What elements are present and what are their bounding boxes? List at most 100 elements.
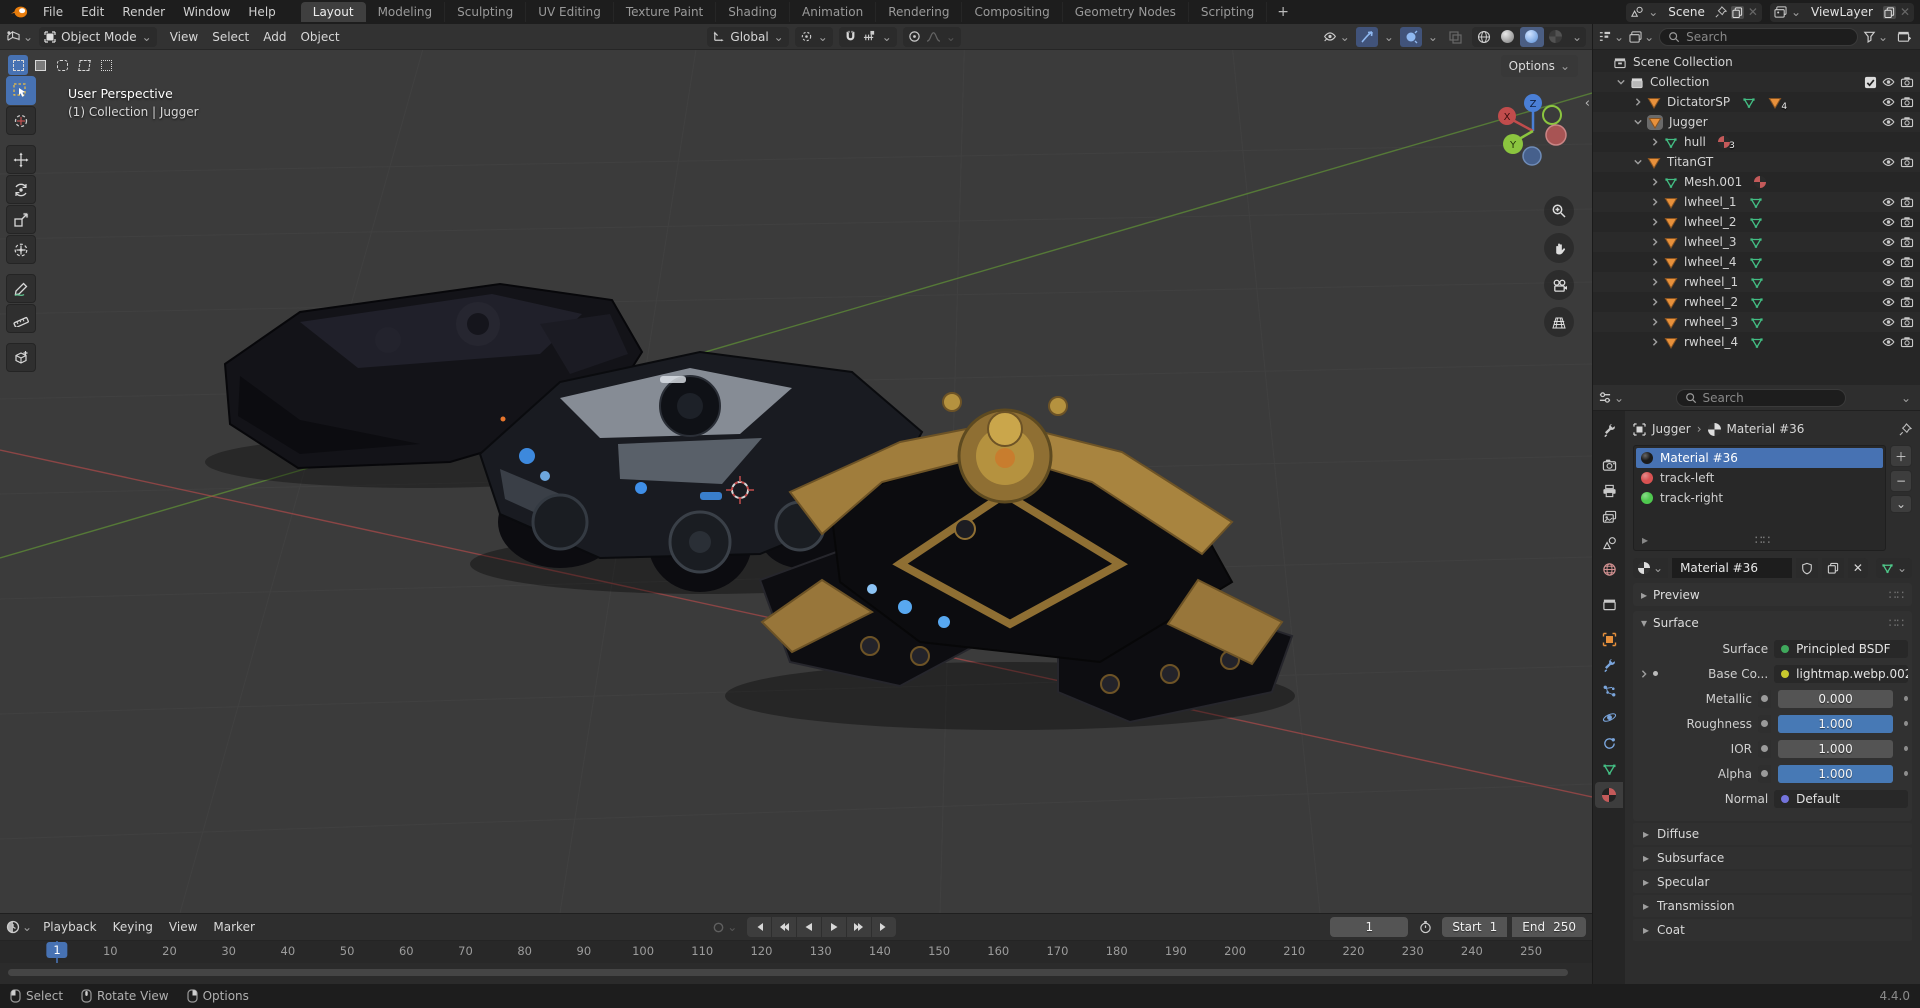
new-collection-icon[interactable] bbox=[1893, 27, 1915, 47]
outliner-row-collection[interactable]: Collection bbox=[1593, 72, 1920, 92]
tool-annotate-button[interactable] bbox=[6, 274, 36, 303]
hide-viewport-icon[interactable] bbox=[1881, 236, 1896, 248]
current-frame-field[interactable]: 1 bbox=[1330, 917, 1408, 937]
node-socket-icon[interactable] bbox=[1758, 765, 1771, 783]
panel-transmission[interactable]: ▸Transmission bbox=[1633, 895, 1912, 917]
properties-options-dropdown[interactable]: ⌄ bbox=[1897, 391, 1915, 405]
select-lasso-button[interactable] bbox=[74, 55, 94, 75]
fake-user-button[interactable] bbox=[1796, 558, 1818, 578]
view-layer-name[interactable]: ViewLayer bbox=[1805, 5, 1879, 19]
disable-render-icon[interactable] bbox=[1900, 76, 1914, 88]
chevron-right-icon[interactable] bbox=[1650, 277, 1660, 287]
chevron-right-icon[interactable] bbox=[1633, 97, 1643, 107]
properties-tab-world[interactable] bbox=[1595, 556, 1623, 582]
material-slot-track-left[interactable]: track-left bbox=[1636, 468, 1883, 488]
viewport-zoom-button[interactable] bbox=[1544, 196, 1574, 226]
outliner-row-titangt[interactable]: TitanGT bbox=[1593, 152, 1920, 172]
auto-keying-toggle[interactable]: ⌄ bbox=[712, 917, 737, 937]
shading-solid-button[interactable] bbox=[1496, 27, 1520, 47]
chevron-right-icon[interactable] bbox=[1650, 297, 1660, 307]
viewport-menu-object[interactable]: Object bbox=[293, 28, 346, 46]
select-box-button[interactable] bbox=[30, 55, 50, 75]
viewport-menu-add[interactable]: Add bbox=[256, 28, 293, 46]
gizmos-toggle[interactable] bbox=[1356, 27, 1378, 47]
properties-tab-object[interactable] bbox=[1595, 626, 1623, 652]
prev-keyframe-button[interactable] bbox=[772, 917, 796, 937]
properties-search-input[interactable]: Search bbox=[1676, 389, 1846, 407]
chevron-right-icon[interactable] bbox=[1650, 177, 1660, 187]
hide-viewport-icon[interactable] bbox=[1881, 96, 1896, 108]
disable-render-icon[interactable] bbox=[1900, 236, 1914, 248]
outliner-row-rwheel-1[interactable]: rwheel_1 bbox=[1593, 272, 1920, 292]
timeline-menu-view[interactable]: View bbox=[162, 918, 204, 936]
chevron-down-icon[interactable] bbox=[1616, 77, 1626, 87]
material-slot-material-36[interactable]: Material #36 bbox=[1636, 448, 1883, 468]
jump-last-button[interactable] bbox=[872, 917, 896, 937]
material-specials-button[interactable]: ⌄ bbox=[1890, 495, 1912, 513]
proportional-editing[interactable]: ⌄ bbox=[903, 27, 961, 47]
link-mesh-dropdown[interactable]: ⌄ bbox=[1876, 558, 1912, 578]
select-tweak-button[interactable] bbox=[8, 55, 28, 75]
tool-rotate-button[interactable] bbox=[6, 175, 36, 204]
hide-viewport-icon[interactable] bbox=[1881, 336, 1896, 348]
properties-tab-scene[interactable] bbox=[1595, 530, 1623, 556]
transform-orientation[interactable]: Global⌄ bbox=[707, 27, 788, 47]
outliner-search-input[interactable]: Search bbox=[1659, 28, 1858, 46]
timeline-menu-marker[interactable]: Marker bbox=[206, 918, 261, 936]
prop-field-roughness[interactable]: 1.000 bbox=[1778, 715, 1893, 733]
menu-render[interactable]: Render bbox=[113, 3, 174, 21]
viewport-menu-view[interactable]: View bbox=[163, 28, 205, 46]
new-layer-icon[interactable] bbox=[1883, 6, 1896, 19]
browse-material-button[interactable]: ⌄ bbox=[1633, 558, 1668, 578]
chevron-right-icon[interactable] bbox=[1650, 197, 1660, 207]
hide-viewport-icon[interactable] bbox=[1881, 316, 1896, 328]
menu-file[interactable]: File bbox=[34, 3, 72, 21]
prop-field-metallic[interactable]: 0.000 bbox=[1778, 690, 1893, 708]
decorator-icon[interactable] bbox=[1904, 696, 1908, 701]
play-button[interactable] bbox=[822, 917, 846, 937]
disable-render-icon[interactable] bbox=[1900, 96, 1914, 108]
chevron-right-icon[interactable] bbox=[1650, 137, 1660, 147]
viewport-camera-button[interactable] bbox=[1544, 270, 1574, 300]
node-socket-icon[interactable] bbox=[1758, 740, 1771, 758]
chevron-right-icon[interactable] bbox=[1650, 337, 1660, 347]
properties-tab-particles[interactable] bbox=[1595, 678, 1623, 704]
workspace-tab-texture-paint[interactable]: Texture Paint bbox=[614, 2, 716, 22]
surface-panel-header[interactable]: ▾Surface∷∷ bbox=[1633, 611, 1912, 634]
shading-wireframe-button[interactable] bbox=[1472, 27, 1496, 47]
preview-panel[interactable]: ▸Preview∷∷ bbox=[1633, 583, 1912, 606]
editor-type-icon[interactable]: ⌄ bbox=[6, 27, 33, 47]
hide-viewport-icon[interactable] bbox=[1881, 76, 1896, 88]
chevron-right-icon[interactable] bbox=[1650, 217, 1660, 227]
timeline-ruler[interactable]: 1020304050607080901001101201301401501601… bbox=[0, 941, 1592, 963]
add-workspace-button[interactable]: + bbox=[1267, 4, 1299, 20]
tool-move-button[interactable] bbox=[6, 145, 36, 174]
prop-field-alpha[interactable]: 1.000 bbox=[1778, 765, 1893, 783]
outliner-row-hull[interactable]: hull3 bbox=[1593, 132, 1920, 152]
play-reverse-button[interactable] bbox=[797, 917, 821, 937]
workspace-tab-shading[interactable]: Shading bbox=[716, 2, 790, 22]
workspace-tab-scripting[interactable]: Scripting bbox=[1189, 2, 1267, 22]
outliner-row-rwheel-4[interactable]: rwheel_4 bbox=[1593, 332, 1920, 352]
current-frame-badge[interactable]: 1 bbox=[46, 942, 67, 958]
select-extend-button[interactable] bbox=[96, 55, 116, 75]
outliner-display-mode-icon[interactable]: ⌄ bbox=[1598, 27, 1624, 47]
outliner-row-rwheel-2[interactable]: rwheel_2 bbox=[1593, 292, 1920, 312]
timeline-editor-type-icon[interactable]: ⌄ bbox=[6, 917, 32, 937]
menu-edit[interactable]: Edit bbox=[72, 3, 113, 21]
panel-specular[interactable]: ▸Specular bbox=[1633, 871, 1912, 893]
properties-tab-modifiers[interactable] bbox=[1595, 652, 1623, 678]
workspace-tab-animation[interactable]: Animation bbox=[790, 2, 876, 22]
disable-render-icon[interactable] bbox=[1900, 216, 1914, 228]
workspace-tab-modeling[interactable]: Modeling bbox=[366, 2, 446, 22]
outliner-row-dictatorsp[interactable]: DictatorSP4 bbox=[1593, 92, 1920, 112]
tool-scale-button[interactable] bbox=[6, 205, 36, 234]
pin-id-icon[interactable] bbox=[1899, 423, 1912, 436]
prop-field-normal[interactable]: Default bbox=[1774, 790, 1908, 808]
viewport-3d[interactable]: ⌄ Object Mode ⌄ ViewSelectAddObject Glob… bbox=[0, 24, 1592, 913]
prop-field-base-co-[interactable]: lightmap.webp.002 bbox=[1774, 665, 1908, 683]
select-circle-button[interactable] bbox=[52, 55, 72, 75]
disable-render-icon[interactable] bbox=[1900, 336, 1914, 348]
pivot-point[interactable]: ⌄ bbox=[795, 27, 833, 47]
properties-tab-view-layer[interactable] bbox=[1595, 504, 1623, 530]
